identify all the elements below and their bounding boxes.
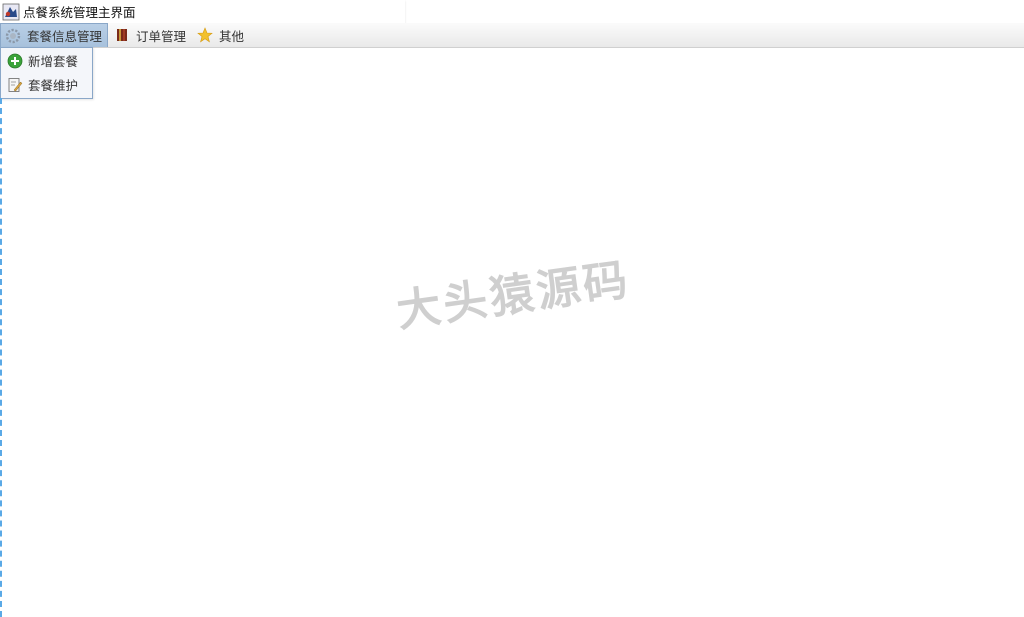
book-icon <box>117 29 128 41</box>
dropdown-meal-info-management: 新增套餐 套餐维护 <box>0 47 93 99</box>
menu-label: 套餐信息管理 <box>27 29 103 44</box>
java-app-icon <box>2 3 20 20</box>
menu-label: 订单管理 <box>136 28 187 44</box>
window-title: 点餐系统管理主界面 <box>23 5 136 20</box>
menu-order-management[interactable]: 订单管理 <box>110 23 191 47</box>
menu-bar: 套餐信息管理 订单管理 其他 <box>0 23 1024 48</box>
menu-other[interactable]: 其他 <box>193 23 249 47</box>
watermark: 大头猿源码 <box>393 254 634 338</box>
window-title-bar: 点餐系统管理主界面 <box>0 0 405 24</box>
edit-document-icon <box>8 77 23 92</box>
menu-item-add-meal[interactable]: 新增套餐 <box>1 49 92 72</box>
add-circle-icon <box>7 53 23 68</box>
menu-item-label: 套餐维护 <box>28 78 79 93</box>
menu-meal-info-management[interactable]: 套餐信息管理 <box>0 23 109 47</box>
gear-icon <box>5 28 21 43</box>
star-icon <box>197 27 213 43</box>
menu-label: 其他 <box>219 28 245 44</box>
menu-item-label: 新增套餐 <box>28 54 79 69</box>
desktop-pane-edge <box>0 98 2 617</box>
menu-item-meal-maintenance[interactable]: 套餐维护 <box>1 73 92 96</box>
